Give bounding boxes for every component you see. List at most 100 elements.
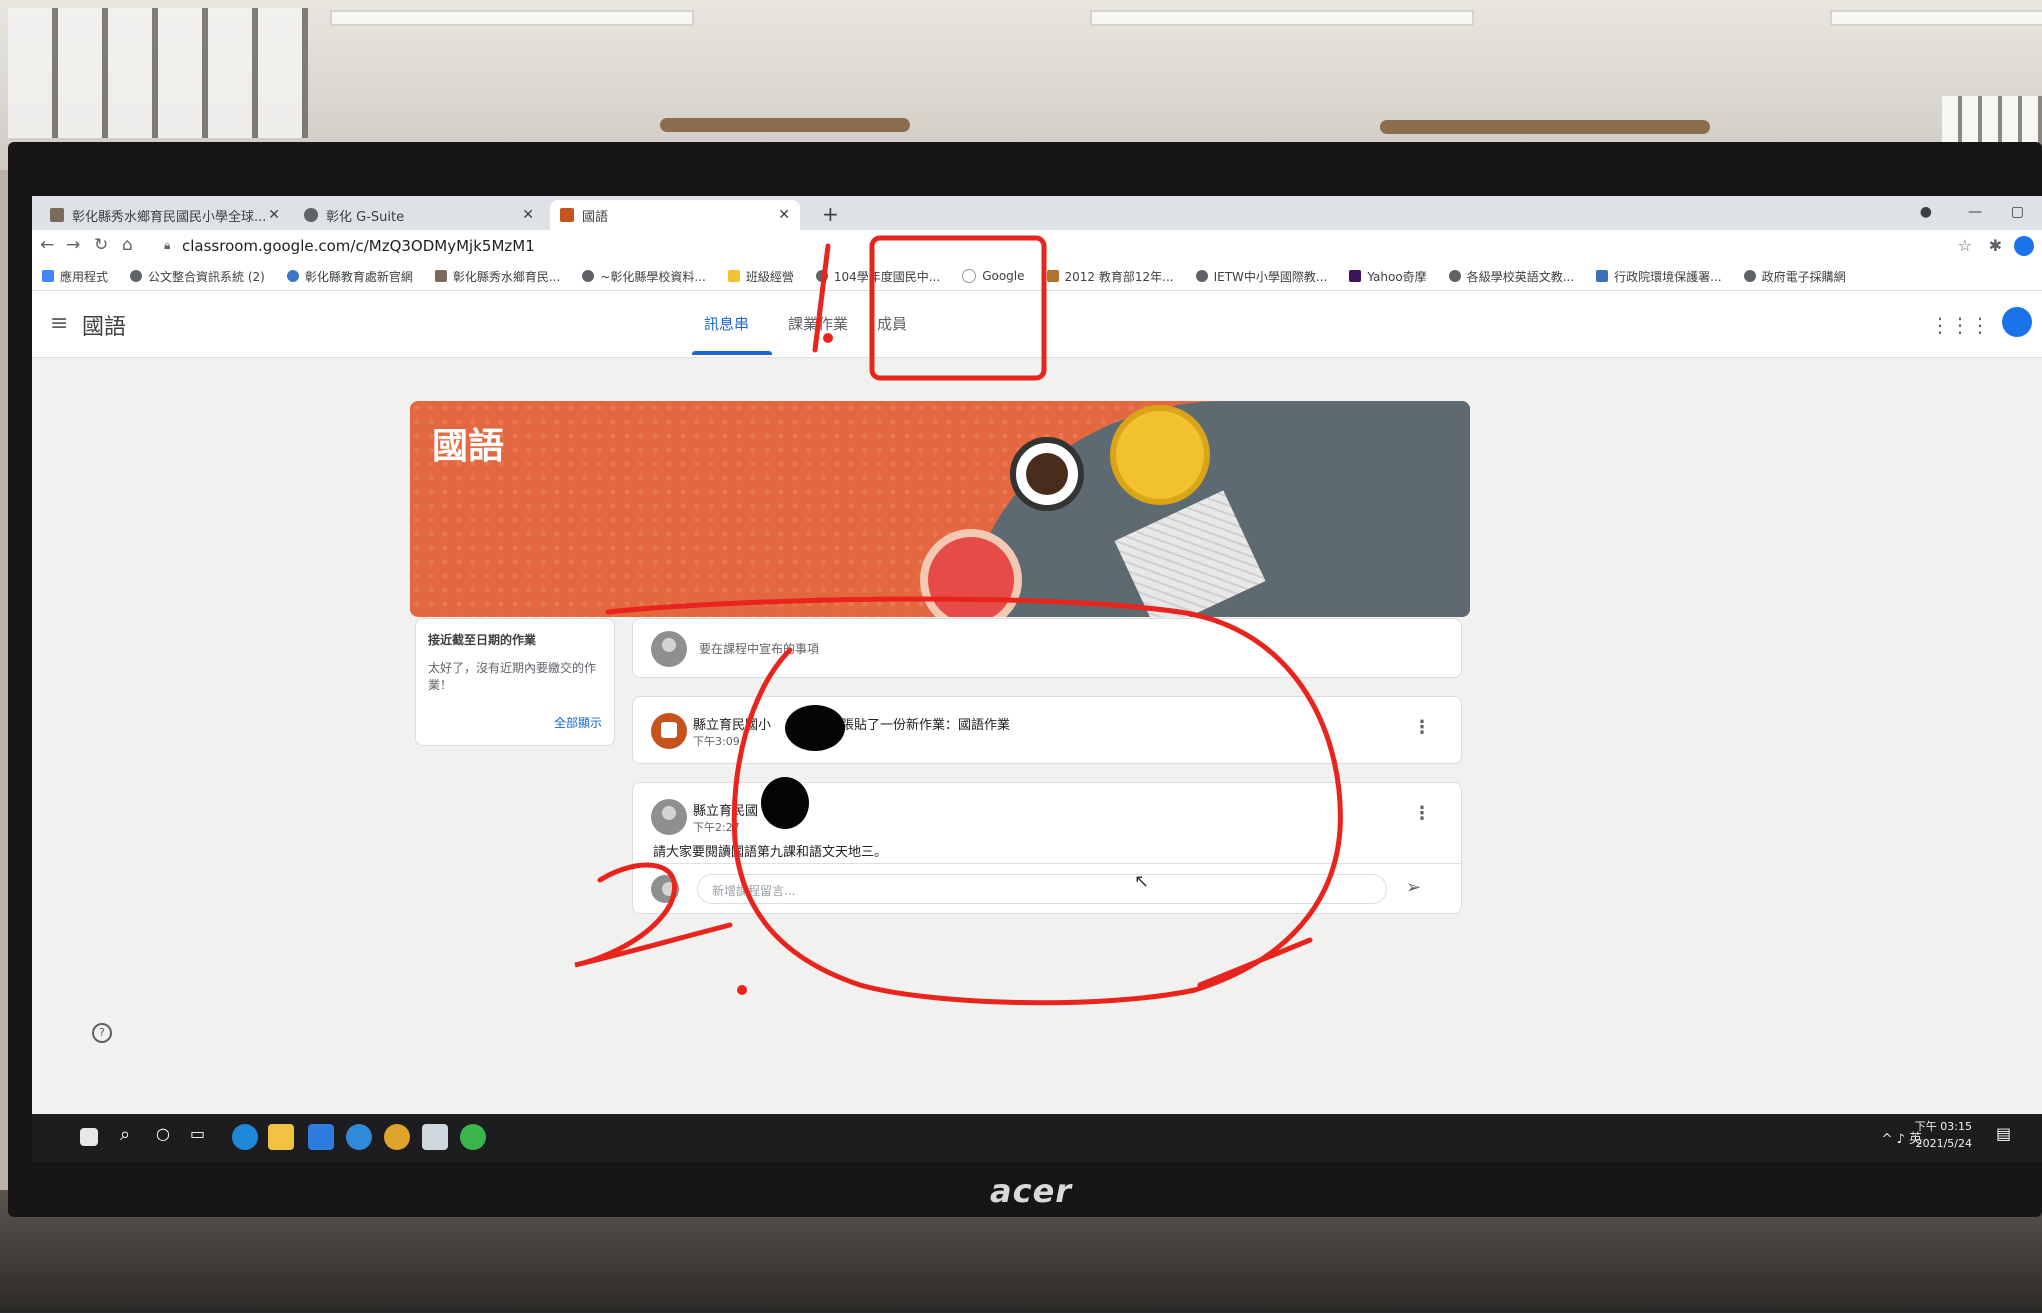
chrome-icon[interactable]	[384, 1124, 410, 1150]
send-icon[interactable]: ➢	[1406, 877, 1421, 898]
assignment-post-card[interactable]: 縣立育民國小 張貼了一份新作業：國語作業 下午3:09 ⋮	[632, 696, 1462, 764]
post-author: 縣立育民國小	[693, 718, 772, 733]
folder-icon	[727, 270, 740, 282]
post-author: 縣立育民國	[693, 804, 759, 819]
bookmark-item[interactable]: Yahoo奇摩	[1349, 268, 1427, 285]
classroom-header: ≡ 國語 訊息串 課業作業 成員 ⋮⋮⋮	[32, 291, 2042, 358]
internet-explorer-icon[interactable]	[346, 1124, 372, 1150]
globe-icon	[130, 270, 143, 282]
edge-icon[interactable]	[232, 1124, 258, 1150]
browser-tab[interactable]: 彰化 G-Suite ✕	[294, 200, 544, 230]
tab-label: 彰化縣秀水鄉育民國民小學全球...	[72, 209, 267, 225]
browser-tab-strip: 彰化縣秀水鄉育民國民小學全球... ✕ 彰化 G-Suite ✕ 國語 ✕ + …	[32, 196, 2042, 230]
globe-icon	[582, 270, 595, 282]
reload-icon[interactable]: ↻	[94, 235, 108, 255]
yellow-plate-icon	[1110, 405, 1210, 505]
address-bar: ← → ↻ ⌂ 🔒︎ classroom.google.com/c/MzQ3OD…	[32, 230, 2042, 262]
classroom-favicon-icon	[560, 208, 574, 222]
comment-input[interactable]: 新增課程留言...	[697, 874, 1387, 904]
forward-arrow-icon[interactable]: →	[66, 235, 80, 255]
browser-tab-active[interactable]: 國語 ✕	[550, 200, 800, 230]
bookmark-item[interactable]: 2012 教育部12年...	[1046, 268, 1174, 285]
hamburger-menu-icon[interactable]: ≡	[50, 311, 68, 336]
minimize-icon[interactable]: —	[1968, 204, 1982, 220]
tab-classwork[interactable]: 課業作業	[788, 313, 848, 334]
close-tab-icon[interactable]: ✕	[778, 207, 790, 223]
monitor-brand-logo: acer	[990, 1172, 1073, 1210]
globe-icon	[1448, 270, 1461, 282]
bookmark-item[interactable]: 彰化縣教育處新官網	[286, 268, 413, 285]
user-avatar-icon	[651, 799, 687, 835]
profile-avatar-icon[interactable]	[2014, 236, 2034, 256]
notification-center-icon[interactable]: ▤	[1996, 1124, 2022, 1150]
bookmarks-bar: 應用程式 公文整合資訊系統 (2) 彰化縣教育處新官網 彰化縣秀水鄉育民... …	[32, 262, 2042, 291]
tab-label: 國語	[582, 209, 609, 225]
google-icon	[962, 269, 977, 283]
bookmark-item[interactable]: Google	[962, 269, 1025, 283]
close-tab-icon[interactable]: ✕	[268, 207, 280, 223]
user-avatar-icon	[651, 631, 687, 667]
ceiling-light	[1830, 10, 2042, 26]
back-arrow-icon[interactable]: ←	[40, 235, 54, 255]
task-view-icon[interactable]: ▭	[190, 1124, 216, 1150]
bookmark-item[interactable]: 行政院環境保護署...	[1596, 268, 1722, 285]
bookmark-item[interactable]: 各級學校英語文教...	[1448, 268, 1574, 285]
mountain-icon	[286, 270, 299, 282]
bookmark-star-icon[interactable]: ☆	[1958, 236, 1972, 255]
screen: 彰化縣秀水鄉育民國民小學全球... ✕ 彰化 G-Suite ✕ 國語 ✕ + …	[32, 196, 2042, 1162]
announce-placeholder[interactable]: 要在課程中宣布的事項	[699, 640, 819, 657]
mail-icon[interactable]	[308, 1124, 334, 1150]
upcoming-panel: 接近截至日期的作業 太好了，沒有近期內要繳交的作業！ 全部顯示	[415, 618, 615, 746]
post-body: 請大家要閱讀國語第九課和語文天地三。	[653, 845, 888, 860]
school-icon	[434, 270, 447, 282]
line-app-icon[interactable]	[460, 1124, 486, 1150]
close-tab-icon[interactable]: ✕	[522, 207, 534, 223]
google-apps-icon[interactable]: ⋮⋮⋮	[1930, 313, 1990, 337]
announce-card[interactable]: 要在課程中宣布的事項	[632, 618, 1462, 678]
view-all-link[interactable]: 全部顯示	[554, 714, 602, 731]
more-options-icon[interactable]: ⋮	[1413, 717, 1431, 738]
bookmark-item[interactable]: 政府電子採購網	[1743, 268, 1846, 285]
tab-label: 彰化 G-Suite	[326, 209, 405, 225]
ministry-icon	[1046, 270, 1059, 282]
bookmark-item[interactable]: 公文整合資訊系統 (2)	[130, 268, 265, 285]
room-window	[8, 8, 308, 138]
tab-stream[interactable]: 訊息串	[704, 313, 749, 334]
user-avatar-icon	[651, 875, 679, 903]
coffee-cup-icon	[1010, 437, 1084, 511]
bookmark-item[interactable]: 班級經營	[727, 268, 794, 285]
browser-tab[interactable]: 彰化縣秀水鄉育民國民小學全球... ✕	[40, 200, 290, 230]
maximize-icon[interactable]: ▢	[2011, 204, 2024, 220]
bookmark-item[interactable]: ~彰化縣學校資料...	[582, 268, 706, 285]
globe-icon	[1195, 270, 1208, 282]
bookmark-apps[interactable]: 應用程式	[42, 268, 108, 285]
course-title[interactable]: 國語	[82, 309, 126, 341]
calculator-icon[interactable]	[422, 1124, 448, 1150]
taskbar-clock[interactable]: 下午 03:15 2021/5/24	[1915, 1118, 1972, 1152]
extensions-icon[interactable]: ✱	[1989, 236, 2002, 255]
bookmark-item[interactable]: 104學年度國民中...	[815, 268, 940, 285]
account-avatar[interactable]	[2002, 307, 2032, 337]
new-tab-icon[interactable]: +	[822, 202, 839, 226]
redaction-mark	[785, 705, 845, 751]
windows-taskbar: ⌕ ○ ▭ ^ ♪ 英 下午 03:15 2021/5/24 ▤	[32, 1114, 2042, 1162]
post-header: 縣立育民國小 張貼了一份新作業：國語作業	[693, 714, 1010, 733]
help-icon[interactable]: ?	[92, 1023, 112, 1043]
search-icon[interactable]: ⌕	[120, 1124, 146, 1150]
ceiling-fan	[660, 118, 910, 132]
post-time: 下午2:27	[693, 821, 740, 834]
announcement-post-card: 縣立育民國 下午2:27 請大家要閱讀國語第九課和語文天地三。 ⋮ 新增課程留言…	[632, 777, 1462, 914]
bookmark-item[interactable]: IETW中小學國際教...	[1195, 268, 1327, 285]
tab-people[interactable]: 成員	[877, 313, 907, 334]
windows-start-icon[interactable]	[80, 1128, 98, 1146]
home-icon[interactable]: ⌂	[122, 235, 133, 255]
url-field[interactable]: classroom.google.com/c/MzQ3ODMyMjk5MzM1	[182, 237, 535, 255]
cortana-icon[interactable]: ○	[156, 1124, 182, 1150]
file-explorer-icon[interactable]	[268, 1124, 294, 1150]
upcoming-message: 太好了，沒有近期內要繳交的作業！	[428, 661, 597, 692]
lock-icon: 🔒︎	[164, 238, 171, 252]
more-options-icon[interactable]: ⋮	[1413, 803, 1431, 824]
profile-circle-icon[interactable]: ●	[1920, 204, 1932, 220]
bookmark-item[interactable]: 彰化縣秀水鄉育民...	[434, 268, 560, 285]
globe-icon	[815, 270, 828, 282]
